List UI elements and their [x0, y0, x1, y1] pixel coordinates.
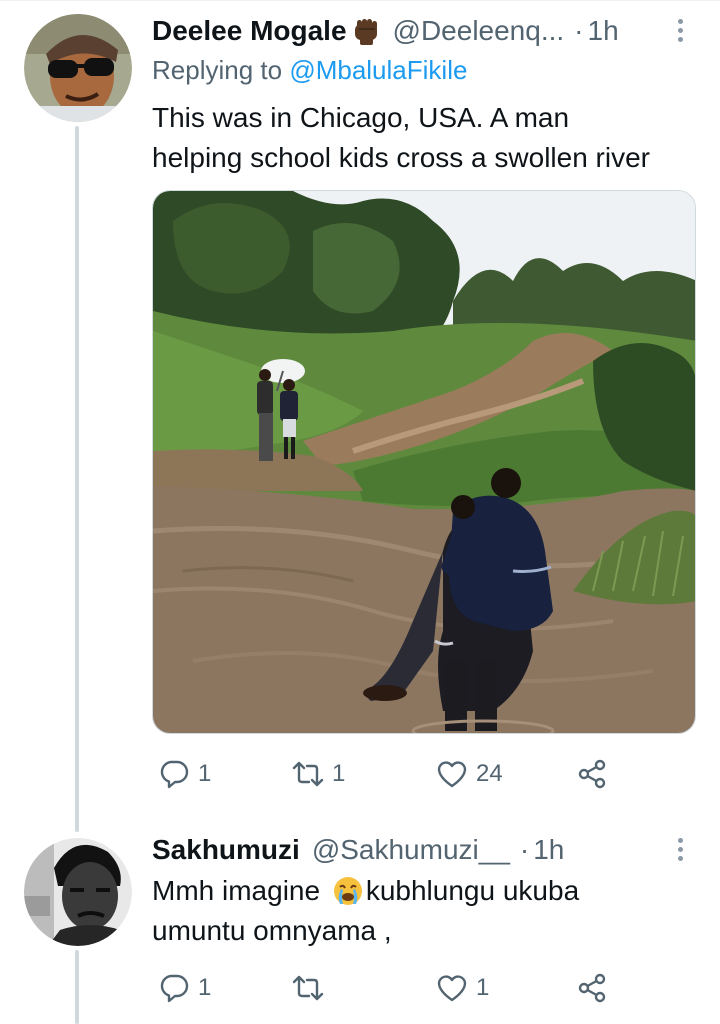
- retweet-button[interactable]: 1: [292, 752, 345, 796]
- timestamp[interactable]: 1h: [588, 15, 619, 47]
- like-button[interactable]: 24: [436, 752, 503, 796]
- thread-line: [75, 126, 79, 832]
- separator-dot: ·: [574, 15, 584, 46]
- tweet-text-part: kubhlungu ukuba: [365, 875, 580, 906]
- heart-icon: [437, 975, 467, 1002]
- tweet-photo[interactable]: [152, 190, 696, 734]
- share-button[interactable]: [576, 752, 608, 796]
- display-name[interactable]: Sakhumuzi: [152, 834, 300, 866]
- display-name[interactable]: Deelee Mogale: [152, 15, 347, 47]
- top-divider: [0, 0, 720, 1]
- replying-to: Replying to @MbalulaFikile: [152, 55, 467, 86]
- replying-to-mention[interactable]: @MbalulaFikile: [289, 55, 467, 85]
- tweet-text-line: Mmh imagine kubhlungu ukuba: [152, 871, 579, 911]
- retweet-count: 1: [332, 760, 346, 787]
- more-options-icon[interactable]: [668, 829, 692, 869]
- share-button[interactable]: [576, 966, 608, 1010]
- thread-line: [75, 950, 79, 1024]
- more-options-icon[interactable]: [668, 10, 692, 50]
- tweet-text: Mmh imagine kubhlungu ukuba umuntu omnya…: [152, 871, 579, 951]
- tweet-text-part: Mmh imagine: [152, 875, 328, 906]
- like-count: 1: [476, 974, 490, 1001]
- like-button[interactable]: 1: [436, 966, 489, 1010]
- retweet-button[interactable]: [292, 966, 332, 1010]
- tweet-text: This was in Chicago, USA. A man helping …: [152, 98, 650, 178]
- reply-count: 1: [198, 974, 212, 1001]
- raised-fist-emoji-icon: [351, 16, 381, 46]
- tweet-header: Sakhumuzi @Sakhumuzi__ · 1h: [152, 830, 564, 870]
- share-nodes-icon: [578, 759, 606, 789]
- user-handle[interactable]: @Sakhumuzi__: [312, 834, 510, 866]
- replying-to-label: Replying to: [152, 55, 290, 85]
- retweet-arrows-icon: [292, 975, 324, 1001]
- user-handle[interactable]: @Deeleenq...: [393, 15, 565, 47]
- tweet-text-line: umuntu omnyama ,: [152, 915, 392, 946]
- tweet-header: Deelee Mogale @Deeleenq... · 1h: [152, 11, 619, 51]
- like-count: 24: [476, 760, 503, 787]
- avatar[interactable]: [24, 838, 132, 946]
- reply-button[interactable]: 1: [158, 966, 211, 1010]
- crying-face-emoji-icon: [332, 875, 364, 907]
- tweet-actions: 1 1 24: [152, 752, 672, 796]
- retweet-arrows-icon: [292, 761, 324, 787]
- heart-icon: [437, 761, 467, 788]
- tweet-text-line: This was in Chicago, USA. A man: [152, 102, 570, 133]
- tweet-text-line: helping school kids cross a swollen rive…: [152, 142, 650, 173]
- speech-bubble-icon: [160, 974, 189, 1003]
- share-nodes-icon: [578, 973, 606, 1003]
- avatar[interactable]: [24, 14, 132, 122]
- separator-dot: ·: [519, 834, 530, 865]
- reply-count: 1: [198, 760, 212, 787]
- reply-button[interactable]: 1: [158, 752, 211, 796]
- tweet-actions: 1 1: [152, 966, 672, 1010]
- timestamp[interactable]: 1h: [533, 834, 564, 866]
- speech-bubble-icon: [160, 760, 189, 789]
